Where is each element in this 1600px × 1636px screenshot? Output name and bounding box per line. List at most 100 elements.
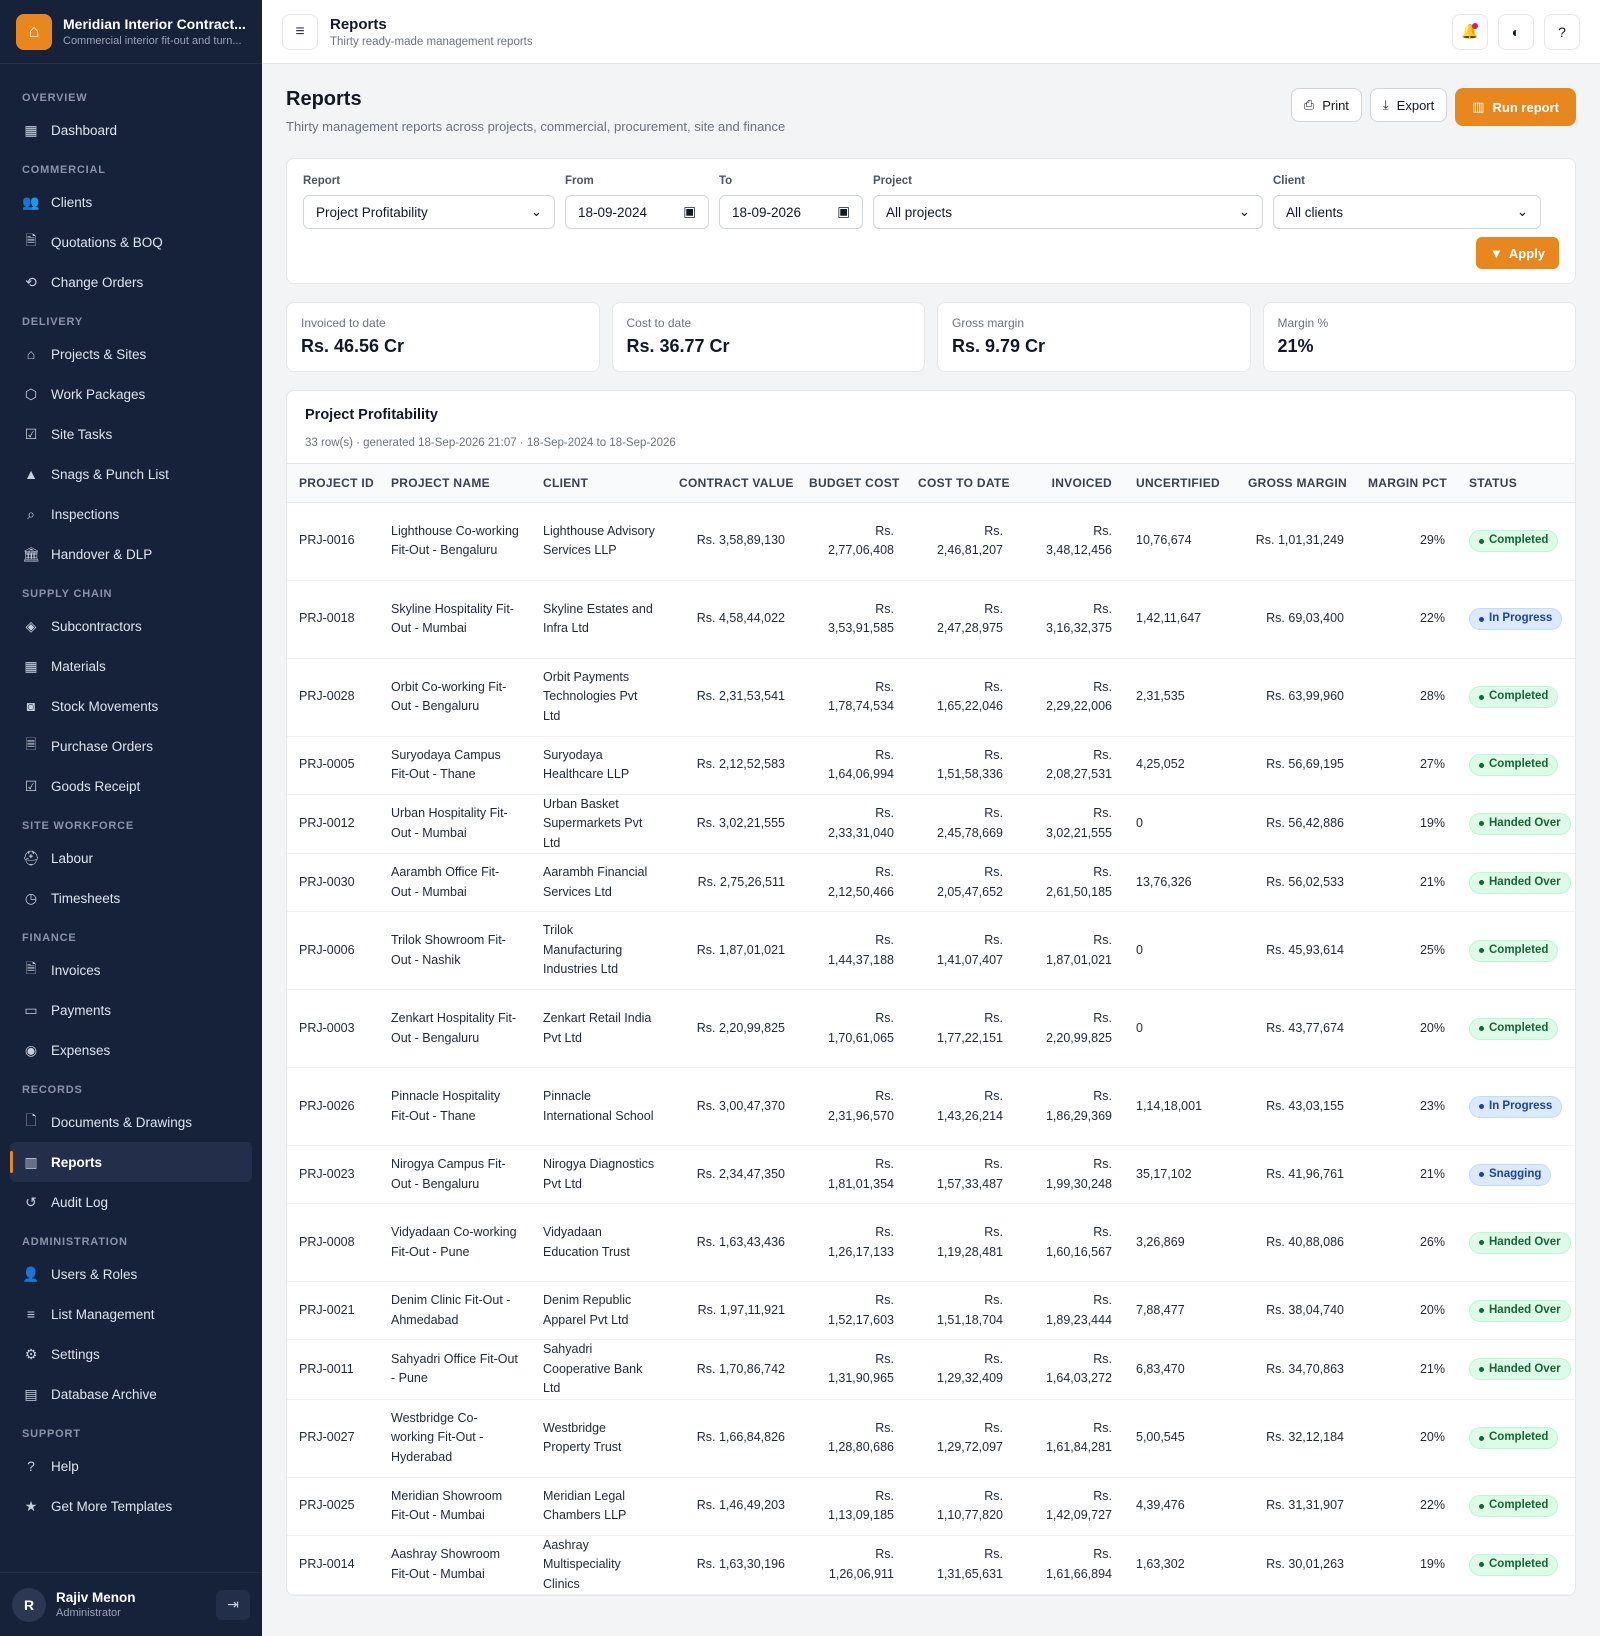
sidebar-item-change-orders[interactable]: ⟲ Change Orders [10,262,252,302]
sidebar-item-site-tasks[interactable]: ☑ Site Tasks [10,414,252,454]
table-row[interactable]: PRJ-0026 Pinnacle Hospitality Fit-Out - T… [287,1067,1575,1146]
palette-icon[interactable]: ◐ [1498,13,1534,50]
table-row[interactable]: PRJ-0021 Denim Clinic Fit-Out - Ahmedabad… [287,1281,1575,1340]
table-row[interactable]: PRJ-0011 Sahyadri Office Fit-Out - Pune Sa… [287,1339,1575,1400]
column-header[interactable]: BUDGET COST [797,464,906,503]
table-cell: Westbridge Property Trust [531,1399,667,1478]
column-header[interactable]: GROSS MARGIN [1236,464,1356,503]
sidebar-item-documents-drawings[interactable]: 🗋 Documents & Drawings [10,1102,252,1142]
table-row[interactable]: PRJ-0005 Suryodaya Campus Fit-Out - Thane… [287,736,1575,795]
table-row[interactable]: PRJ-0012 Urban Hospitality Fit-Out - Mumb… [287,794,1575,854]
table-row[interactable]: PRJ-0027 Westbridge Co-working Fit-Out - … [287,1399,1575,1478]
menu-icon[interactable]: ≡ [282,13,318,50]
column-header[interactable]: PROJECT ID [287,464,379,503]
kpi-row: Invoiced to date Rs. 46.56 Cr Cost to dat… [286,302,1576,372]
sidebar-item-list-management[interactable]: ≡ List Management [10,1294,252,1334]
table-cell: Rs. 3,00,47,370 [667,1067,797,1146]
sidebar-item-reports[interactable]: ▥ Reports [10,1142,252,1182]
sidebar-item-database-archive[interactable]: ▤ Database Archive [10,1374,252,1414]
table-cell: 2,31,535 [1124,658,1236,737]
client-select[interactable]: All clients ⌄ [1273,195,1541,229]
table-cell: 1,63,302 [1124,1535,1236,1595]
sidebar-item-payments[interactable]: ▭ Payments [10,990,252,1030]
card-icon: ▭ [24,1001,38,1018]
kpi-value: Rs. 36.77 Cr [626,336,730,356]
calendar-icon[interactable]: ▣ [837,204,850,220]
table-row[interactable]: PRJ-0016 Lighthouse Co-working Fit-Out - … [287,502,1575,581]
sidebar-item-label: List Management [51,1306,155,1322]
table-row[interactable]: PRJ-0014 Aashray Showroom Fit-Out - Mumba… [287,1535,1575,1595]
run-report-button[interactable]: ▥ Run report [1455,88,1576,126]
sidebar-item-subcontractors[interactable]: ◈ Subcontractors [10,606,252,646]
table-cell: Rs. 1,10,77,820 [906,1477,1015,1536]
sidebar-item-handover-dlp[interactable]: 🏛 Handover & DLP [10,534,252,574]
sidebar-item-materials[interactable]: ▦ Materials [10,646,252,686]
table-row[interactable]: PRJ-0028 Orbit Co-working Fit-Out - Benga… [287,658,1575,737]
table-cell: Rs. 2,61,50,185 [1015,853,1124,912]
to-date-input[interactable]: 18-09-2026 ▣ [719,195,863,229]
sidebar-item-label: Clients [51,194,93,210]
column-header[interactable]: PROJECT NAME [379,464,531,503]
print-button[interactable]: ⎙ Print [1290,88,1362,122]
sidebar-item-expenses[interactable]: ◉ Expenses [10,1030,252,1070]
table-cell: Sahyadri Office Fit-Out - Pune [379,1339,531,1400]
sidebar-item-quotations-boq[interactable]: 🗎 Quotations & BOQ [10,222,252,262]
sidebar-item-stock-movements[interactable]: ◙ Stock Movements [10,686,252,726]
project-label: Project [873,175,912,187]
table-row[interactable]: PRJ-0025 Meridian Showroom Fit-Out - Mumb… [287,1477,1575,1536]
sidebar-item-dashboard[interactable]: ▦ Dashboard [10,110,252,150]
sidebar-item-settings[interactable]: ⚙ Settings [10,1334,252,1374]
sidebar-item-work-packages[interactable]: ⬡ Work Packages [10,374,252,414]
column-header[interactable]: CONTRACT VALUE [667,464,797,503]
table-row[interactable]: PRJ-0023 Nirogya Campus Fit-Out - Bengalu… [287,1145,1575,1204]
logout-icon[interactable]: ⇥ [216,1589,250,1620]
sidebar-item-audit-log[interactable]: ↺ Audit Log [10,1182,252,1222]
table-row[interactable]: PRJ-0008 Vidyadaan Co-working Fit-Out - P… [287,1203,1575,1282]
sidebar-item-inspections[interactable]: ⌕ Inspections [10,494,252,534]
sidebar-item-users-roles[interactable]: 👤 Users & Roles [10,1254,252,1294]
apply-button[interactable]: ▼ Apply [1476,237,1559,269]
table-cell: Rs. 2,12,50,466 [797,853,906,912]
gear-icon: ⚙ [24,1345,38,1362]
avatar[interactable]: R [12,1587,46,1622]
sidebar-item-purchase-orders[interactable]: 🗏 Purchase Orders [10,726,252,766]
table-cell: Rs. 1,87,01,021 [667,911,797,990]
sidebar-item-projects-sites[interactable]: ⌂ Projects & Sites [10,334,252,374]
table-row[interactable]: PRJ-0003 Zenkart Hospitality Fit-Out - Be… [287,989,1575,1068]
column-header[interactable]: UNCERTIFIED [1124,464,1236,503]
table-cell: Rs. 3,53,91,585 [797,580,906,659]
column-header[interactable]: INVOICED [1015,464,1124,503]
brand[interactable]: ⌂ Meridian Interior Contract... Commerci… [0,0,262,64]
from-date-input[interactable]: 18-09-2024 ▣ [565,195,709,229]
sidebar-item-help[interactable]: ? Help [10,1446,252,1486]
table-cell: Rs. 2,20,99,825 [1015,989,1124,1068]
project-select[interactable]: All projects ⌄ [873,195,1263,229]
table-row[interactable]: PRJ-0006 Trilok Showroom Fit-Out - Nashik… [287,911,1575,990]
table-row[interactable]: PRJ-0030 Aarambh Office Fit-Out - Mumbai A… [287,853,1575,912]
help-icon[interactable]: ? [1544,13,1580,50]
sidebar-item-label: Reports [51,1154,103,1170]
report-select[interactable]: Project Profitability ⌄ [303,195,555,229]
sidebar-item-invoices[interactable]: 🗎 Invoices [10,950,252,990]
calendar-icon[interactable]: ▣ [683,204,696,220]
column-header[interactable]: STATUS [1457,464,1575,503]
sidebar-item-goods-receipt[interactable]: ☑ Goods Receipt [10,766,252,806]
sidebar-item-clients[interactable]: 👥 Clients [10,182,252,222]
report-label: Report [303,175,341,187]
table-row[interactable]: PRJ-0018 Skyline Hospitality Fit-Out - Mu… [287,580,1575,659]
sidebar-item-snags-punch-list[interactable]: ▲ Snags & Punch List [10,454,252,494]
sidebar-item-label: Expenses [51,1042,111,1058]
column-header[interactable]: MARGIN PCT [1356,464,1457,503]
column-header[interactable]: CLIENT [531,464,667,503]
status-badge: In Progress [1469,608,1563,630]
export-button[interactable]: ⤓ Export [1369,88,1448,122]
table-cell: Rs. 1,01,31,249 [1236,502,1356,581]
column-header[interactable]: COST TO DATE [906,464,1015,503]
sidebar-item-labour[interactable]: ⛑ Labour [10,838,252,878]
bell-icon[interactable]: 🔔 [1452,13,1488,50]
sidebar-item-get-more-templates[interactable]: ★ Get More Templates [10,1486,252,1526]
status-badge: In Progress [1469,1095,1563,1118]
sidebar-item-timesheets[interactable]: ◷ Timesheets [10,878,252,918]
page-title: Reports [286,88,362,110]
table-cell: 0 [1124,989,1236,1068]
